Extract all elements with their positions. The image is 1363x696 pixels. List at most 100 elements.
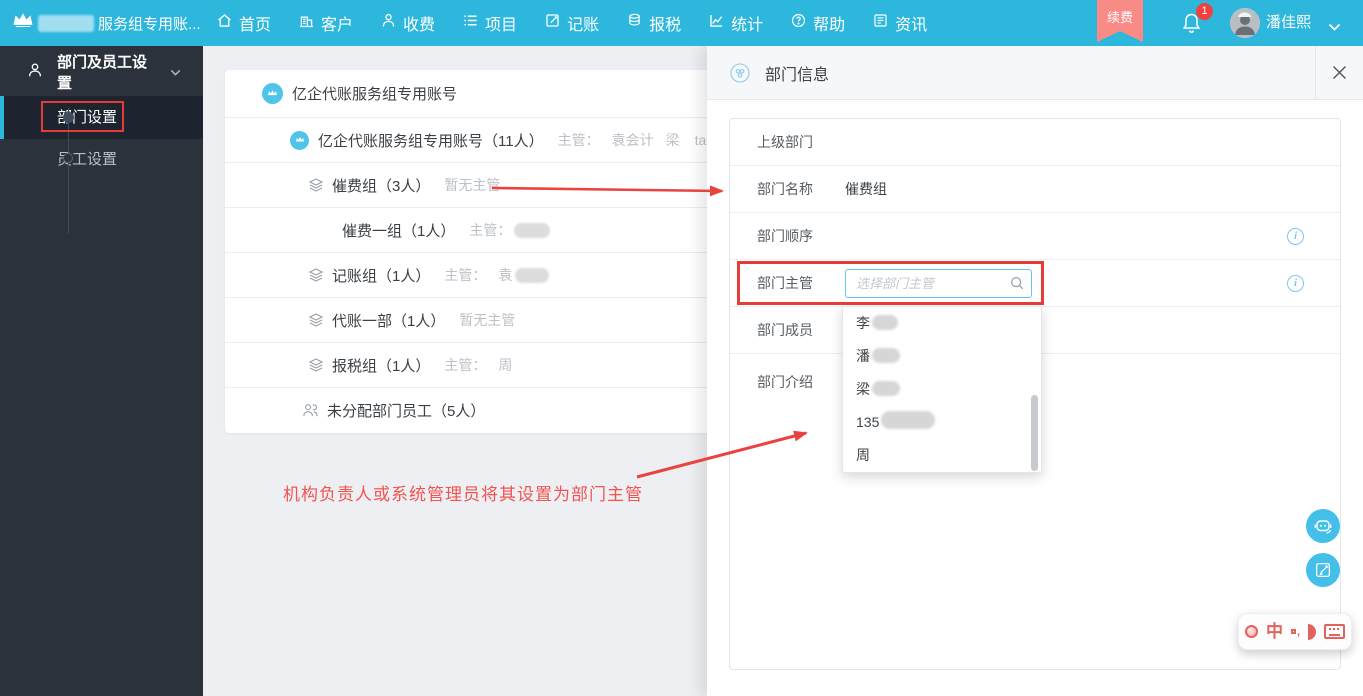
info-icon[interactable]: i [1287, 275, 1304, 292]
brand[interactable]: 服务组专用账... [12, 0, 201, 46]
supervisor-name: 袁 [498, 267, 513, 283]
highlight-box-supervisor-field [737, 261, 1044, 305]
nav-item-tax[interactable]: 报税 [626, 11, 681, 35]
brand-text: 服务组专用账... [98, 15, 201, 33]
nav-label: 帮助 [813, 17, 846, 34]
sidebar: 部门及员工设置 部门设置 员工设置 [0, 46, 203, 696]
unassigned-employees-row[interactable]: 未分配部门员工（5人） [225, 388, 707, 433]
dropdown-item[interactable]: 周 [843, 439, 1041, 472]
feedback-button[interactable] [1306, 553, 1340, 587]
ime-logo-icon[interactable] [1244, 625, 1258, 638]
layers-icon [308, 312, 324, 328]
dropdown-item[interactable]: 潘 [843, 340, 1041, 373]
layers-icon [308, 267, 324, 283]
nav-label: 记账 [567, 17, 600, 34]
renew-badge[interactable]: 续费 [1097, 0, 1143, 42]
supervisor-label: 主管： [444, 267, 487, 283]
customers-icon [298, 12, 315, 34]
person-icon [26, 61, 44, 83]
user-avatar[interactable] [1230, 8, 1260, 38]
crown-badge-icon [290, 130, 309, 150]
ime-punctuation-icon[interactable]: , [1290, 626, 1300, 638]
topbar: 服务组专用账... 首页 客户 收费 项目 记账 报税 统计 帮助 资讯 续费 … [0, 0, 1363, 46]
dropdown-scrollbar[interactable] [1031, 395, 1038, 471]
department-name: 报税组（1人） [332, 357, 431, 375]
field-label: 部门顺序 [757, 228, 813, 244]
nav-item-fees[interactable]: 收费 [380, 11, 435, 35]
nav-label: 统计 [731, 17, 764, 34]
dropdown-item[interactable]: 李 [843, 307, 1041, 340]
nav-item-home[interactable]: 首页 [216, 11, 271, 35]
dropdown-item-text: 梁 [856, 381, 870, 397]
department-row[interactable]: 代账一部（1人） 暂无主管 [225, 298, 707, 343]
timeline-dot-hollow [63, 153, 73, 163]
ime-chinese-mode-icon[interactable]: 中 [1266, 623, 1283, 640]
sidebar-item-employee-settings[interactable]: 员工设置 [0, 142, 203, 178]
fees-icon [380, 12, 397, 34]
department-row[interactable]: 亿企代账服务组专用账号（11人） 主管： 袁会计 梁 tao [225, 118, 707, 163]
department-row[interactable]: 催费一组（1人） 主管： [225, 208, 707, 253]
redacted-phone [881, 411, 936, 429]
main-nav: 首页 客户 收费 项目 记账 报税 统计 帮助 资讯 [216, 0, 927, 46]
sidebar-header-label: 部门及员工设置 [57, 54, 148, 92]
redacted-name [872, 348, 900, 363]
nav-label: 首页 [239, 17, 272, 34]
dropdown-item[interactable]: 135 [843, 406, 1041, 439]
field-label: 部门成员 [757, 322, 813, 338]
nav-item-help[interactable]: 帮助 [790, 11, 845, 35]
user-menu-chevron-down-icon[interactable] [1328, 19, 1341, 37]
nav-label: 资讯 [895, 17, 928, 34]
supervisor-name: tao [694, 132, 707, 148]
form-row-department-name: 部门名称 催费组 [730, 166, 1340, 213]
panel-header: 部门信息 [707, 45, 1363, 100]
field-label: 上级部门 [757, 134, 813, 150]
department-row[interactable]: 记账组（1人） 主管： 袁 [225, 253, 707, 298]
supervisor-name: 周 [498, 357, 513, 373]
department-row[interactable]: 催费组（3人） 暂无主管 [225, 163, 707, 208]
close-icon [1333, 66, 1346, 79]
tax-icon [626, 12, 643, 34]
supervisor-dropdown: 李 潘 梁 135 周 [842, 306, 1042, 473]
sidebar-header-dept-employee-settings[interactable]: 部门及员工设置 [0, 46, 203, 98]
no-supervisor-label: 暂无主管 [459, 312, 516, 328]
close-button[interactable] [1315, 45, 1363, 100]
nav-item-bookkeeping[interactable]: 记账 [544, 11, 599, 35]
dropdown-item[interactable]: 梁 [843, 373, 1041, 406]
nav-item-customers[interactable]: 客户 [298, 11, 353, 35]
supervisor-label: 主管： [444, 357, 487, 373]
dropdown-item-text: 潘 [856, 348, 870, 364]
nav-label: 报税 [649, 17, 682, 34]
department-name: 未分配部门员工（5人） [327, 403, 486, 420]
customer-service-button[interactable] [1306, 509, 1340, 543]
no-supervisor-label: 暂无主管 [444, 177, 501, 193]
redacted-name [872, 315, 898, 330]
nav-item-projects[interactable]: 项目 [462, 11, 517, 35]
ime-keyboard-icon[interactable] [1324, 624, 1346, 639]
user-name[interactable]: 潘佳熙 [1266, 0, 1311, 46]
people-icon [302, 402, 319, 419]
nav-item-stats[interactable]: 统计 [708, 11, 763, 35]
department-row[interactable]: 报税组（1人） 主管： 周 [225, 343, 707, 388]
app-root: 服务组专用账... 首页 客户 收费 项目 记账 报税 统计 帮助 资讯 续费 … [0, 0, 1363, 696]
department-name: 催费组（3人） [332, 177, 431, 195]
redacted-name [872, 381, 900, 396]
tree-root-row[interactable]: 亿企代账服务组专用账号 [225, 70, 707, 118]
help-icon [790, 12, 807, 34]
nav-label: 项目 [485, 17, 518, 34]
redacted-name [515, 267, 550, 283]
supervisor-label: 主管： [557, 132, 600, 148]
bookkeeping-icon [544, 12, 561, 34]
info-icon[interactable]: i [1287, 228, 1304, 245]
department-cluster-icon [729, 62, 751, 84]
nav-item-news[interactable]: 资讯 [872, 11, 927, 35]
ime-halfwidth-icon[interactable] [1308, 623, 1317, 640]
nav-label: 客户 [321, 17, 354, 34]
dropdown-item-text: 135 [856, 414, 880, 430]
field-label: 部门名称 [757, 181, 813, 197]
robot-headset-icon [1314, 520, 1332, 534]
nav-label: 收费 [403, 17, 436, 34]
department-tree-card: 亿企代账服务组专用账号 亿企代账服务组专用账号（11人） 主管： 袁会计 梁 t… [225, 70, 707, 433]
red-annotation-text: 机构负责人或系统管理员将其设置为部门主管 [283, 485, 643, 504]
crown-logo-icon [12, 10, 34, 36]
field-label: 部门介绍 [757, 374, 813, 390]
